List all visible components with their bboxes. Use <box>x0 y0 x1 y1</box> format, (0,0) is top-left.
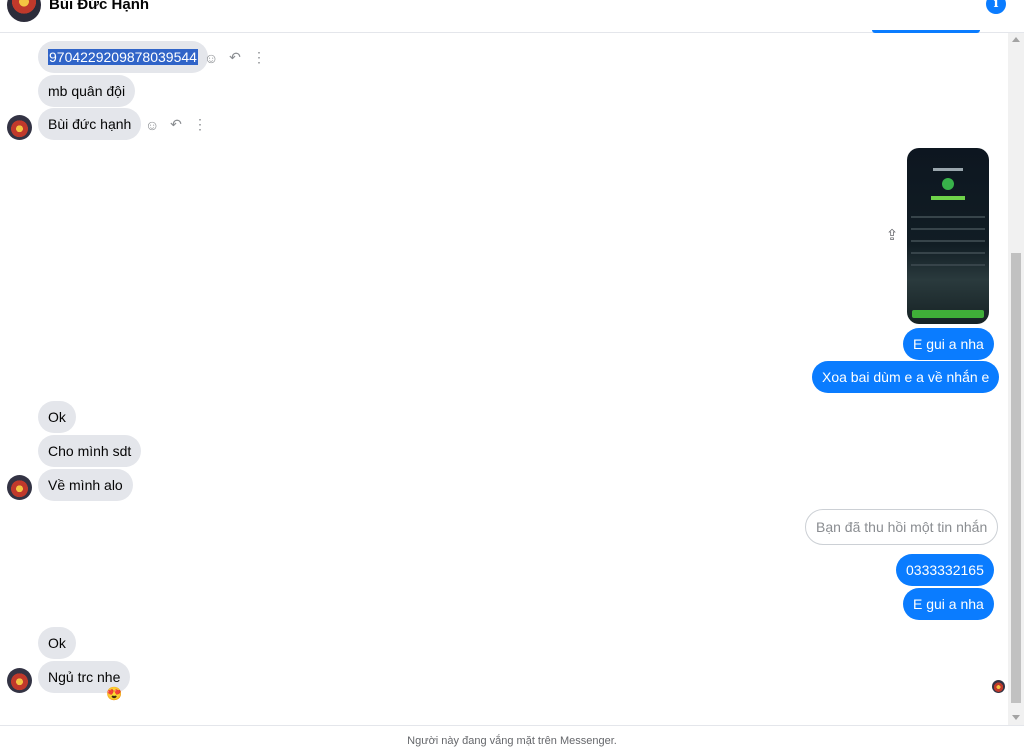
message-incoming[interactable]: mb quân đội <box>38 75 136 107</box>
image-content <box>911 216 985 218</box>
selected-text: 9704229209878039544 <box>48 49 198 65</box>
sender-avatar <box>7 475 32 500</box>
message-actions: ☺ ↶ ⋮ <box>204 49 266 66</box>
sender-avatar <box>7 668 32 693</box>
image-attachment[interactable] <box>907 148 989 324</box>
share-icon[interactable]: ⇪ <box>884 228 900 244</box>
smiley-icon[interactable]: ☺ <box>145 117 159 133</box>
message-actions: ☺ ↶ ⋮ <box>145 116 207 133</box>
message-outgoing[interactable]: E gui a nha <box>903 588 994 620</box>
contact-avatar[interactable] <box>7 0 41 22</box>
smiley-icon[interactable]: ☺ <box>204 50 218 66</box>
seen-avatar <box>992 680 1005 693</box>
scroll-up-icon[interactable] <box>1012 37 1020 42</box>
message-incoming[interactable]: Ok <box>38 627 76 659</box>
message-incoming[interactable]: Về mình alo <box>38 469 133 501</box>
conversation-header: Bùi Đức Hạnh i <box>0 0 1024 33</box>
scrollbar[interactable] <box>1008 33 1024 725</box>
message-outgoing[interactable]: 0333332165 <box>896 554 994 586</box>
more-vertical-icon[interactable]: ⋮ <box>252 49 266 66</box>
reply-icon[interactable]: ↶ <box>169 116 183 133</box>
contact-name[interactable]: Bùi Đức Hạnh <box>49 0 149 13</box>
info-icon[interactable]: i <box>986 0 1006 14</box>
previous-message-fragment <box>872 30 980 33</box>
message-incoming[interactable]: Ok <box>38 401 76 433</box>
message-incoming[interactable]: Cho mình sdt <box>38 435 142 467</box>
sender-avatar <box>7 115 32 140</box>
message-outgoing[interactable]: Xoa bai dùm e a về nhắn e <box>812 361 1000 393</box>
message-incoming[interactable]: Bùi đức hạnh <box>38 108 142 140</box>
success-check-icon <box>942 178 954 190</box>
footer-divider <box>0 725 1024 726</box>
image-content <box>931 196 965 200</box>
scroll-thumb[interactable] <box>1011 253 1021 703</box>
image-content <box>933 168 963 171</box>
image-content <box>911 228 985 230</box>
reaction-emoji[interactable]: 😍 <box>106 686 122 702</box>
scroll-down-icon[interactable] <box>1012 715 1020 720</box>
message-incoming[interactable]: 9704229209878039544 <box>38 41 208 73</box>
more-vertical-icon[interactable]: ⋮ <box>193 116 207 133</box>
recalled-message: Bạn đã thu hồi một tin nhắn <box>805 509 999 545</box>
image-content <box>911 240 985 242</box>
image-content <box>911 264 985 266</box>
reply-icon[interactable]: ↶ <box>228 49 242 66</box>
image-content <box>912 310 984 318</box>
away-status: Người này đang vắng mặt trên Messenger. <box>407 735 617 747</box>
image-content <box>911 252 985 254</box>
message-outgoing[interactable]: E gui a nha <box>903 328 994 360</box>
